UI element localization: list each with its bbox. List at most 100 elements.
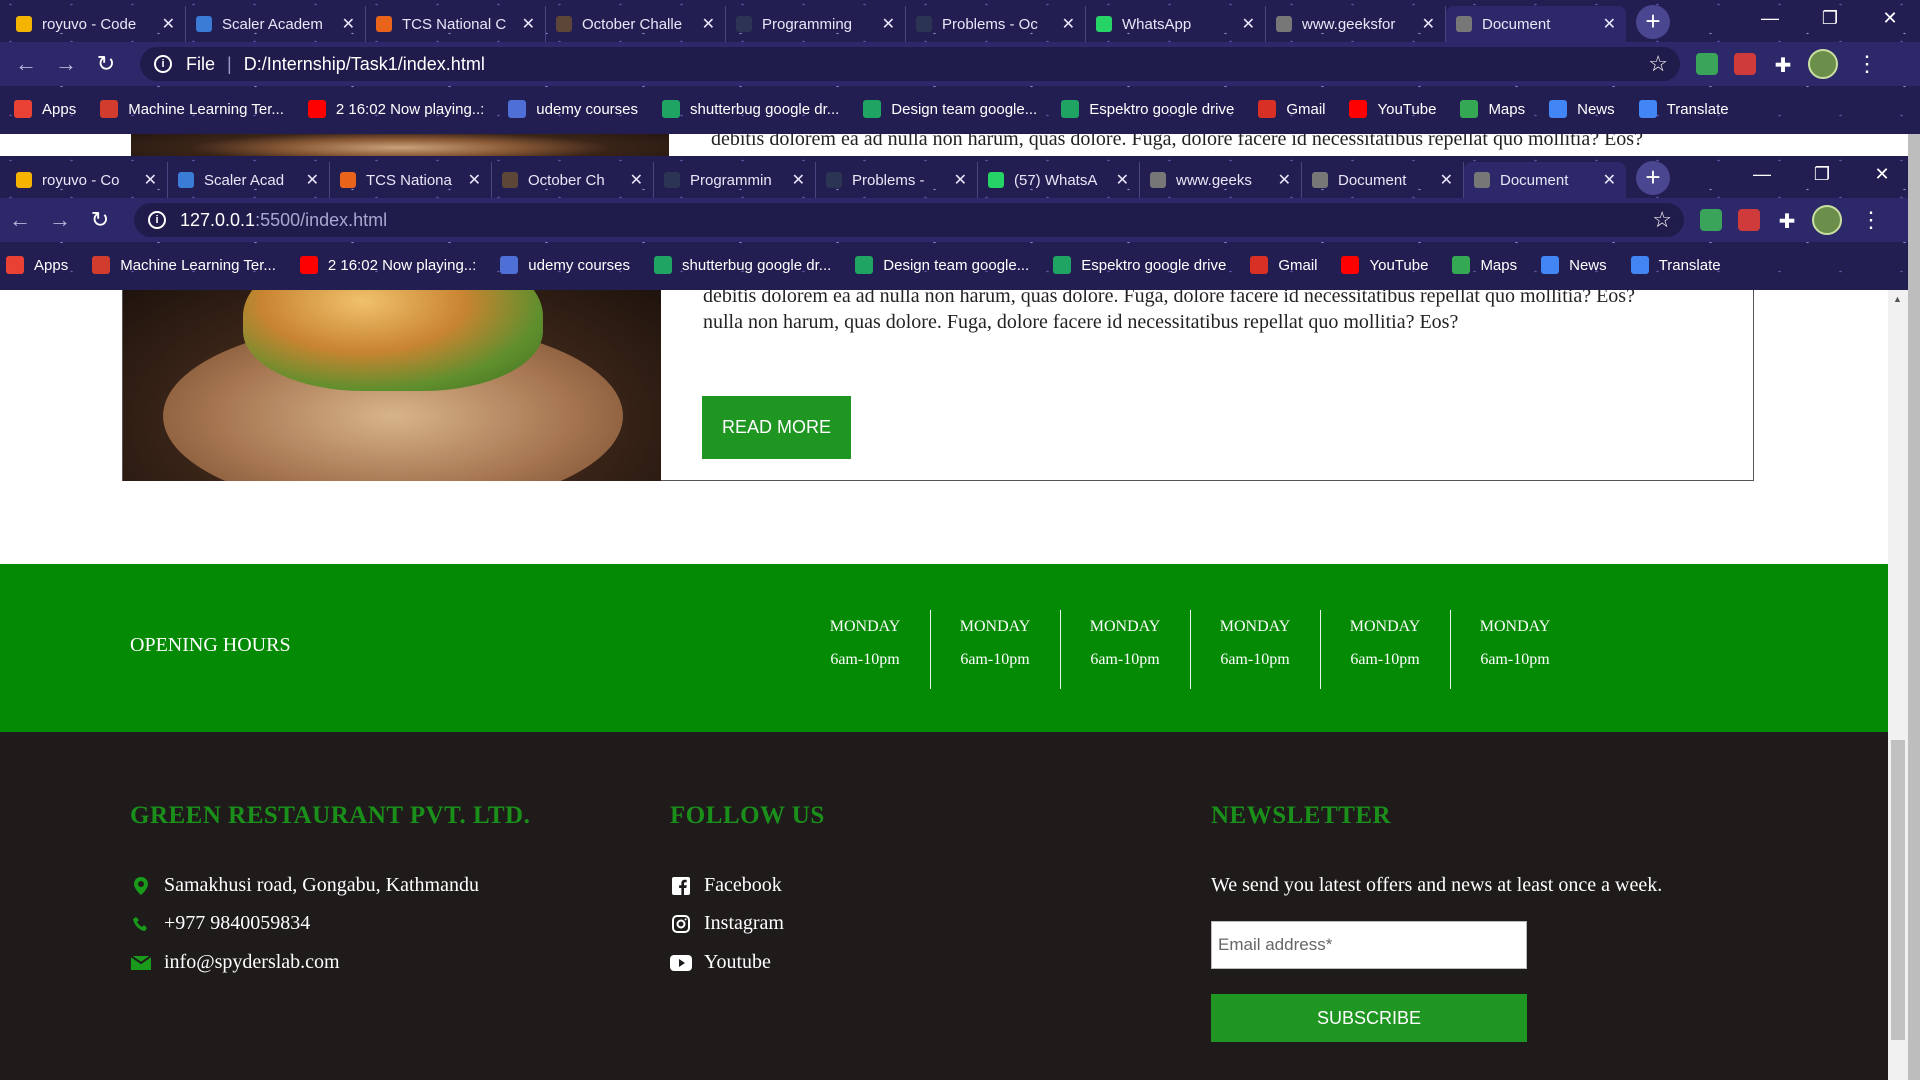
browser-tab[interactable]: (57) WhatsA ✕ (978, 162, 1140, 198)
scroll-up-icon[interactable]: ▲ (1893, 294, 1902, 304)
browser-tab[interactable]: Problems - Oc ✕ (906, 6, 1086, 42)
browser-tab[interactable]: Document ✕ (1464, 162, 1626, 198)
tab-close-icon[interactable]: ✕ (468, 170, 481, 190)
profile-avatar[interactable] (1808, 49, 1838, 79)
newsletter-email-input[interactable]: Email address* (1211, 921, 1527, 969)
info-icon[interactable]: i (148, 211, 166, 229)
bookmark-item[interactable]: 2 16:02 Now playing..: (307, 100, 484, 118)
back-address-bar[interactable]: i File | D:/Internship/Task1/index.html … (140, 47, 1680, 81)
tab-close-icon[interactable]: ✕ (522, 14, 535, 34)
bookmark-item[interactable]: Apps (6, 256, 68, 274)
bookmark-item[interactable]: Translate (1638, 100, 1729, 118)
tab-close-icon[interactable]: ✕ (1440, 170, 1453, 190)
reload-icon[interactable]: ↻ (86, 51, 126, 77)
bookmark-item[interactable]: udemy courses (508, 100, 638, 118)
tab-close-icon[interactable]: ✕ (144, 170, 157, 190)
instagram-link[interactable]: Instagram (670, 912, 784, 935)
forward-arrow-icon[interactable]: → (40, 207, 80, 233)
youtube-link[interactable]: Youtube (670, 951, 771, 974)
tab-close-icon[interactable]: ✕ (882, 14, 895, 34)
bookmark-item[interactable]: Translate (1630, 256, 1721, 274)
bookmark-item[interactable]: YouTube (1349, 100, 1436, 118)
browser-tab[interactable]: Scaler Acad ✕ (168, 162, 330, 198)
back-arrow-icon[interactable]: ← (0, 207, 40, 233)
info-icon[interactable]: i (154, 55, 172, 73)
tab-close-icon[interactable]: ✕ (792, 170, 805, 190)
bookmark-item[interactable]: News (1549, 100, 1615, 118)
cast-icon[interactable] (1738, 209, 1760, 231)
browser-tab[interactable]: Document ✕ (1446, 6, 1626, 42)
restore-icon[interactable]: ❐ (1800, 0, 1860, 36)
bookmark-item[interactable]: Machine Learning Ter... (100, 100, 284, 118)
browser-tab[interactable]: TCS Nationa ✕ (330, 162, 492, 198)
back-arrow-icon[interactable]: ← (6, 51, 46, 77)
bookmark-item[interactable]: udemy courses (500, 256, 630, 274)
front-address-bar[interactable]: i 127.0.0.1 :5500/index.html ☆ (134, 203, 1684, 237)
bookmark-item[interactable]: Espektro google drive (1053, 256, 1226, 274)
bookmark-item[interactable]: Apps (14, 100, 76, 118)
bookmark-item[interactable]: shutterbug google dr... (654, 256, 831, 274)
bookmark-item[interactable]: Design team google... (855, 256, 1029, 274)
browser-tab[interactable]: royuvo - Code ✕ (6, 6, 186, 42)
extension-icon[interactable] (1696, 53, 1718, 75)
bookmark-item[interactable]: Design team google... (863, 100, 1037, 118)
restore-icon[interactable]: ❐ (1792, 156, 1852, 192)
tab-close-icon[interactable]: ✕ (162, 14, 175, 34)
page-scrollbar[interactable]: ▲ (1888, 290, 1908, 1080)
tab-close-icon[interactable]: ✕ (1116, 170, 1129, 190)
new-tab-button[interactable]: + (1636, 161, 1670, 195)
bookmark-item[interactable]: Maps (1452, 256, 1517, 274)
menu-kebab-icon[interactable]: ⋮ (1856, 51, 1878, 77)
tab-close-icon[interactable]: ✕ (306, 170, 319, 190)
bookmark-star-icon[interactable]: ☆ (1652, 207, 1672, 233)
extension-icon[interactable] (1700, 209, 1722, 231)
tab-close-icon[interactable]: ✕ (1422, 14, 1435, 34)
subscribe-button[interactable]: SUBSCRIBE (1211, 994, 1527, 1042)
tab-close-icon[interactable]: ✕ (342, 14, 355, 34)
menu-kebab-icon[interactable]: ⋮ (1860, 207, 1882, 233)
browser-tab[interactable]: October Challe ✕ (546, 6, 726, 42)
puzzle-icon[interactable]: ✚ (1776, 209, 1798, 233)
puzzle-icon[interactable]: ✚ (1772, 53, 1794, 77)
browser-tab[interactable]: Problems - ✕ (816, 162, 978, 198)
bookmark-item[interactable]: Maps (1460, 100, 1525, 118)
browser-tab[interactable]: WhatsApp ✕ (1086, 6, 1266, 42)
browser-tab[interactable]: www.geeks ✕ (1140, 162, 1302, 198)
browser-tab[interactable]: Document ✕ (1302, 162, 1464, 198)
facebook-link[interactable]: Facebook (670, 874, 782, 897)
bookmark-item[interactable]: YouTube (1341, 256, 1428, 274)
forward-arrow-icon[interactable]: → (46, 51, 86, 77)
close-icon[interactable]: ✕ (1852, 156, 1912, 192)
email-text[interactable]: info@spyderslab.com (164, 951, 340, 974)
reload-icon[interactable]: ↻ (80, 207, 120, 233)
tab-close-icon[interactable]: ✕ (1062, 14, 1075, 34)
new-tab-button[interactable]: + (1636, 5, 1670, 39)
browser-tab[interactable]: royuvo - Co ✕ (6, 162, 168, 198)
tab-close-icon[interactable]: ✕ (1603, 170, 1616, 190)
tab-close-icon[interactable]: ✕ (1242, 14, 1255, 34)
tab-close-icon[interactable]: ✕ (1278, 170, 1291, 190)
tab-close-icon[interactable]: ✕ (702, 14, 715, 34)
scrollbar-thumb[interactable] (1891, 740, 1905, 1040)
bookmark-item[interactable]: shutterbug google dr... (662, 100, 839, 118)
bookmark-star-icon[interactable]: ☆ (1648, 51, 1668, 77)
bookmark-item[interactable]: Gmail (1250, 256, 1317, 274)
tab-close-icon[interactable]: ✕ (954, 170, 967, 190)
bookmark-item[interactable]: Gmail (1258, 100, 1325, 118)
browser-tab[interactable]: Programming ✕ (726, 6, 906, 42)
minimize-icon[interactable]: — (1732, 156, 1792, 192)
browser-tab[interactable]: www.geeksfor ✕ (1266, 6, 1446, 42)
browser-tab[interactable]: Scaler Academ ✕ (186, 6, 366, 42)
cast-icon[interactable] (1734, 53, 1756, 75)
minimize-icon[interactable]: — (1740, 0, 1800, 36)
bookmark-item[interactable]: Espektro google drive (1061, 100, 1234, 118)
close-icon[interactable]: ✕ (1860, 0, 1920, 36)
profile-avatar[interactable] (1812, 205, 1842, 235)
bookmark-item[interactable]: 2 16:02 Now playing..: (299, 256, 476, 274)
bookmark-item[interactable]: News (1541, 256, 1607, 274)
read-more-button[interactable]: READ MORE (702, 396, 851, 459)
bookmark-item[interactable]: Machine Learning Ter... (92, 256, 276, 274)
browser-tab[interactable]: October Ch ✕ (492, 162, 654, 198)
browser-tab[interactable]: Programmin ✕ (654, 162, 816, 198)
tab-close-icon[interactable]: ✕ (630, 170, 643, 190)
